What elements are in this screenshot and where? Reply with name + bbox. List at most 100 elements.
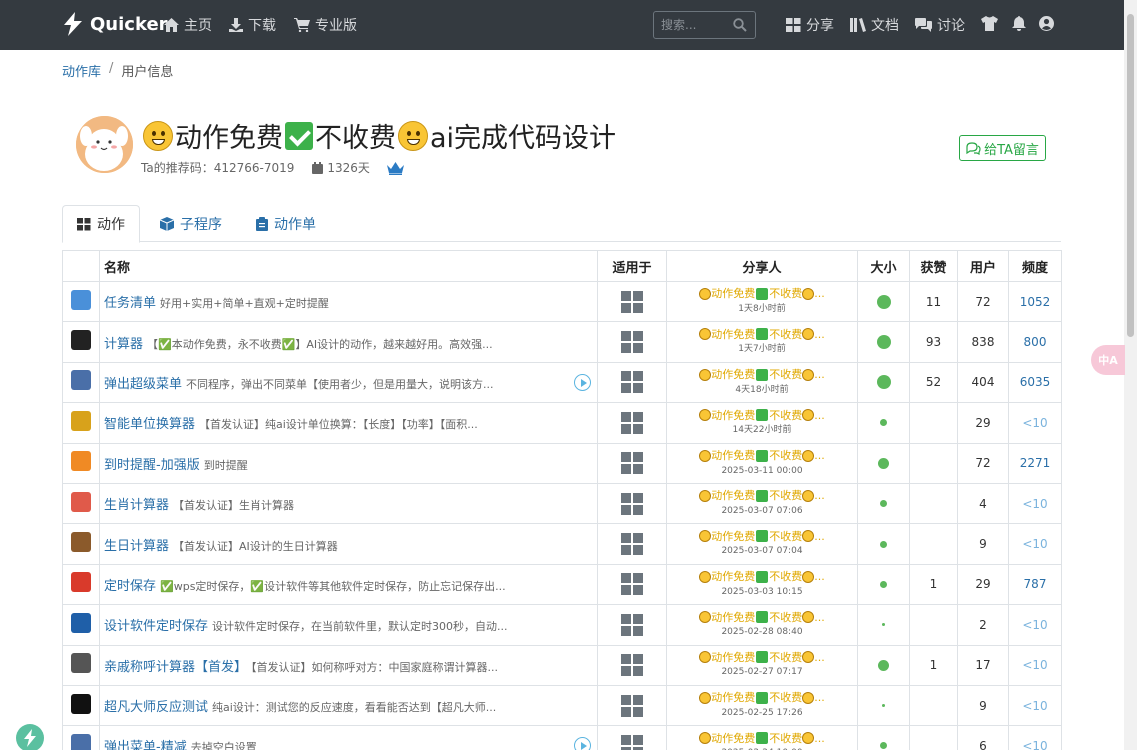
action-title[interactable]: 设计软件定时保存 xyxy=(104,619,208,634)
action-title[interactable]: 超凡大师反应测试 xyxy=(104,700,208,715)
grin-face-emoji-icon xyxy=(802,530,815,543)
table-row[interactable]: 生日计算器 【首发认证】AI设计的生日计算器 动作免费 不收费... 2025-03-0… xyxy=(62,523,1062,565)
sharer-name-part: 动作免费 xyxy=(711,449,756,462)
table-row[interactable]: 到时提醒-加强版 到时提醒 动作免费 不收费... 2025-03-11 00:00 72… xyxy=(62,442,1062,484)
search-input[interactable] xyxy=(661,17,731,33)
action-title[interactable]: 生肖计算器 xyxy=(104,498,169,513)
sharer-name[interactable]: 动作免费 不收费... xyxy=(699,368,825,381)
tab-action-lists[interactable]: 动作单 xyxy=(242,205,330,242)
row-freq-cell[interactable]: <10 xyxy=(1008,482,1062,525)
action-title[interactable]: 亲戚称呼计算器【首发】 xyxy=(104,660,247,675)
sharer-name-part: 不收费 xyxy=(769,650,803,664)
quicker-fab[interactable] xyxy=(16,724,44,750)
sharer-name[interactable]: 动作免费 不收费... xyxy=(699,651,825,664)
sharer-name[interactable]: 动作免费 不收费... xyxy=(699,449,825,462)
action-icon xyxy=(71,289,91,310)
row-name-cell: 亲戚称呼计算器【首发】 【首发认证】如何称呼对方：中国家庭称谓计算器... xyxy=(99,644,598,686)
shirt-button[interactable] xyxy=(981,16,998,35)
windows-icon xyxy=(621,371,643,394)
row-freq-cell[interactable]: 6035 xyxy=(1008,361,1062,404)
header-freq[interactable]: 频度 xyxy=(1008,250,1062,282)
table-row[interactable]: 计算器 【✅本动作免费，永不收费✅】AI设计的动作，越来越好用。高效强... 动作免… xyxy=(62,321,1062,363)
action-icon xyxy=(71,370,91,391)
action-title[interactable]: 任务清单 xyxy=(104,296,156,311)
notifications-button[interactable] xyxy=(1012,16,1026,35)
sharer-name-part: 动作免费 xyxy=(711,731,756,745)
action-title[interactable]: 到时提醒-加强版 xyxy=(104,458,200,473)
translate-bubble[interactable]: 中A xyxy=(1091,345,1125,375)
row-freq-cell[interactable]: 2271 xyxy=(1008,442,1062,484)
nav-share[interactable]: 分享 xyxy=(786,15,834,35)
row-freq-cell[interactable]: <10 xyxy=(1008,604,1062,646)
sharer-name[interactable]: 动作免费 不收费... xyxy=(699,570,825,583)
leave-message-button[interactable]: 给TA留言 xyxy=(959,135,1046,161)
action-title[interactable]: 弹出超级菜单 xyxy=(104,377,182,392)
action-title[interactable]: 弹出菜单-精减 xyxy=(104,740,187,750)
action-title[interactable]: 智能单位换算器 xyxy=(104,417,195,432)
action-title[interactable]: 定时保存 xyxy=(104,579,156,594)
row-sharer-cell: 动作免费 不收费... 2025-02-27 07:17 xyxy=(666,644,858,686)
table-row[interactable]: 生肖计算器 【首发认证】生肖计算器 动作免费 不收费... 2025-03-07 07:… xyxy=(62,482,1062,525)
nav-discuss[interactable]: 讨论 xyxy=(915,15,965,35)
row-name-cell: 弹出超级菜单 不同程序，弹出不同菜单【使用者少，但是用量大，说明该方... xyxy=(99,361,598,404)
page-scrollbar[interactable] xyxy=(1124,0,1137,750)
header-sharer[interactable]: 分享人 xyxy=(666,250,858,282)
action-title[interactable]: 生日计算器 xyxy=(104,539,169,554)
nav-pro[interactable]: 专业版 xyxy=(294,15,357,35)
row-size-cell xyxy=(857,523,910,565)
row-freq-cell[interactable]: 1052 xyxy=(1008,280,1062,323)
nav-download[interactable]: 下载 xyxy=(229,15,276,35)
row-name-cell: 计算器 【✅本动作免费，永不收费✅】AI设计的动作，越来越好用。高效强... xyxy=(99,321,598,363)
sharer-name[interactable]: 动作免费 不收费... xyxy=(699,489,825,502)
play-icon[interactable] xyxy=(574,373,591,391)
table-row[interactable]: 定时保存 ✅wps定时保存，✅设计软件等其他软件定时保存，防止忘记保存出... 动作… xyxy=(62,563,1062,606)
header-name[interactable]: 名称 xyxy=(99,250,598,282)
row-app-cell xyxy=(597,321,667,363)
action-description: 到时提醒 xyxy=(203,458,248,472)
sharer-name[interactable]: 动作免费 不收费... xyxy=(699,409,825,422)
sharer-name[interactable]: 动作免费 不收费... xyxy=(699,611,825,624)
sharer-name[interactable]: 动作免费 不收费... xyxy=(699,732,825,745)
header-likes[interactable]: 获赞 xyxy=(909,250,958,282)
nav-home[interactable]: 主页 xyxy=(164,15,212,35)
row-freq-cell[interactable]: <10 xyxy=(1008,684,1062,727)
table-row[interactable]: 弹出菜单-精减去掉空白设置 动作免费不收费...2025-02-24 10:00 6… xyxy=(62,725,1062,750)
sharer-name[interactable]: 动作免费 不收费... xyxy=(699,287,825,300)
row-icon-cell xyxy=(62,482,100,525)
row-size-cell xyxy=(857,280,910,323)
action-description: 去掉空白设置 xyxy=(190,741,257,750)
table-row[interactable]: 智能单位换算器 【首发认证】纯ai设计单位换算：【长度】【功率】【面积... 动作免… xyxy=(62,402,1062,444)
row-freq-cell[interactable]: <10 xyxy=(1008,523,1062,565)
row-icon-cell xyxy=(62,644,100,686)
nav-docs[interactable]: 文档 xyxy=(850,15,899,35)
scrollbar-thumb[interactable] xyxy=(1127,14,1134,337)
header-users[interactable]: 用户 xyxy=(957,250,1009,282)
brand-logo[interactable]: Quicker xyxy=(62,12,168,36)
row-freq-cell[interactable]: <10 xyxy=(1008,402,1062,444)
tab-actions[interactable]: 动作 xyxy=(62,205,140,243)
breadcrumb-root[interactable]: 动作库 xyxy=(62,61,101,80)
user-menu-button[interactable] xyxy=(1039,16,1054,35)
tab-subprograms[interactable]: 子程序 xyxy=(146,205,236,242)
row-freq-cell[interactable]: <10 xyxy=(1008,725,1062,750)
table-row[interactable]: 弹出超级菜单 不同程序，弹出不同菜单【使用者少，但是用量大，说明该方... 动作免费… xyxy=(62,361,1062,404)
header-size[interactable]: 大小 xyxy=(857,250,910,282)
table-row[interactable]: 超凡大师反应测试 纯ai设计：测试您的反应速度，看看能否达到【超凡大师... 动作免… xyxy=(62,684,1062,727)
search-icon[interactable] xyxy=(733,18,747,32)
table-row[interactable]: 任务清单 好用+实用+简单+直观+定时提醒 动作免费 不收费... 1天8小时前 11 72… xyxy=(62,280,1062,323)
nav-pro-label: 专业版 xyxy=(315,18,357,34)
sharer-name[interactable]: 动作免费 不收费... xyxy=(699,328,825,341)
action-title[interactable]: 计算器 xyxy=(104,337,143,352)
row-freq-cell[interactable]: <10 xyxy=(1008,644,1062,686)
table-row[interactable]: 亲戚称呼计算器【首发】 【首发认证】如何称呼对方：中国家庭称谓计算器... 动作免费… xyxy=(62,644,1062,686)
play-icon[interactable] xyxy=(574,737,591,750)
row-users-cell: 72 xyxy=(957,442,1009,484)
header-app[interactable]: 适用于 xyxy=(597,250,667,282)
referral-label: Ta的推荐码： xyxy=(141,161,214,175)
table-row[interactable]: 设计软件定时保存 设计软件定时保存，在当前软件里，默认定时300秒，自动... 动作… xyxy=(62,604,1062,646)
row-freq-cell[interactable]: 800 xyxy=(1008,321,1062,363)
sharer-name[interactable]: 动作免费 不收费... xyxy=(699,530,825,543)
row-sharer-cell: 动作免费不收费...2025-02-24 10:00 xyxy=(666,725,858,750)
sharer-name[interactable]: 动作免费 不收费... xyxy=(699,691,825,704)
row-freq-cell[interactable]: 787 xyxy=(1008,563,1062,606)
